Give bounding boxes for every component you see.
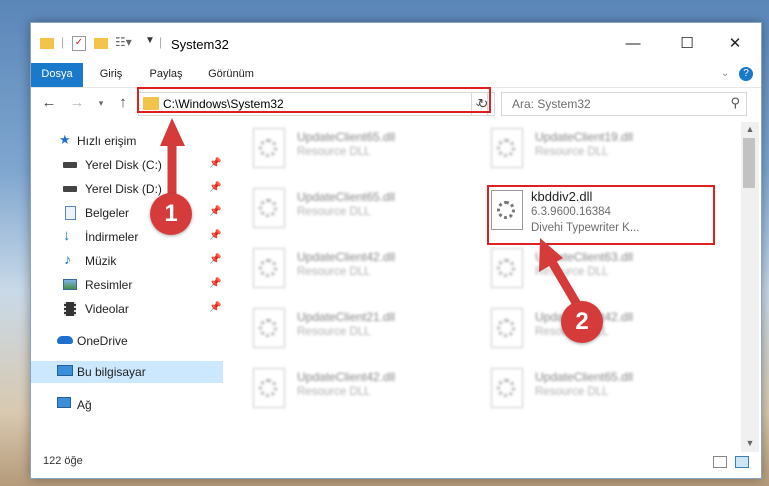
annotation-arrows bbox=[160, 118, 583, 311]
arrow-2 bbox=[539, 238, 583, 311]
step-badge-2: 2 bbox=[561, 301, 603, 343]
arrow-1 bbox=[160, 118, 185, 201]
step-badge-1: 1 bbox=[150, 193, 192, 235]
